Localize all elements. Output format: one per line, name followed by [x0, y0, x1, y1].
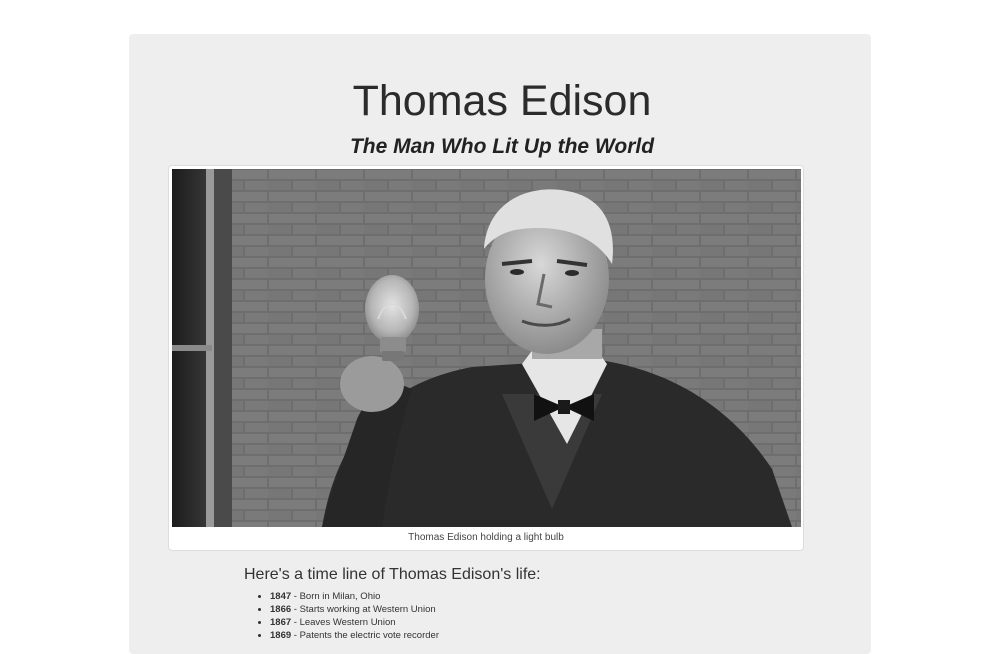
edison-photo — [172, 169, 801, 527]
timeline-event: - Patents the electric vote recorder — [291, 630, 439, 641]
list-item: 1869 - Patents the electric vote recorde… — [270, 629, 439, 642]
timeline-heading: Here's a time line of Thomas Edison's li… — [244, 566, 541, 583]
timeline-event: - Born in Milan, Ohio — [291, 591, 381, 602]
list-item: 1866 - Starts working at Western Union — [270, 603, 439, 616]
timeline-list: 1847 - Born in Milan, Ohio 1866 - Starts… — [258, 590, 439, 642]
page-subtitle: The Man Who Lit Up the World — [349, 135, 655, 158]
timeline-year: 1869 — [270, 630, 292, 641]
list-item: 1847 - Born in Milan, Ohio — [270, 590, 439, 603]
portrait-photo-icon — [172, 169, 801, 527]
timeline-event: - Leaves Western Union — [291, 617, 396, 628]
list-item: 1867 - Leaves Western Union — [270, 616, 439, 629]
image-caption: Thomas Edison holding a light bulb — [408, 532, 564, 543]
image-thumbnail: Thomas Edison holding a light bulb — [168, 165, 804, 551]
timeline-year: 1867 — [270, 617, 292, 628]
timeline-year: 1847 — [270, 591, 292, 602]
page-title: Thomas Edison — [352, 77, 652, 125]
timeline-year: 1866 — [270, 604, 292, 615]
timeline-event: - Starts working at Western Union — [291, 604, 436, 615]
